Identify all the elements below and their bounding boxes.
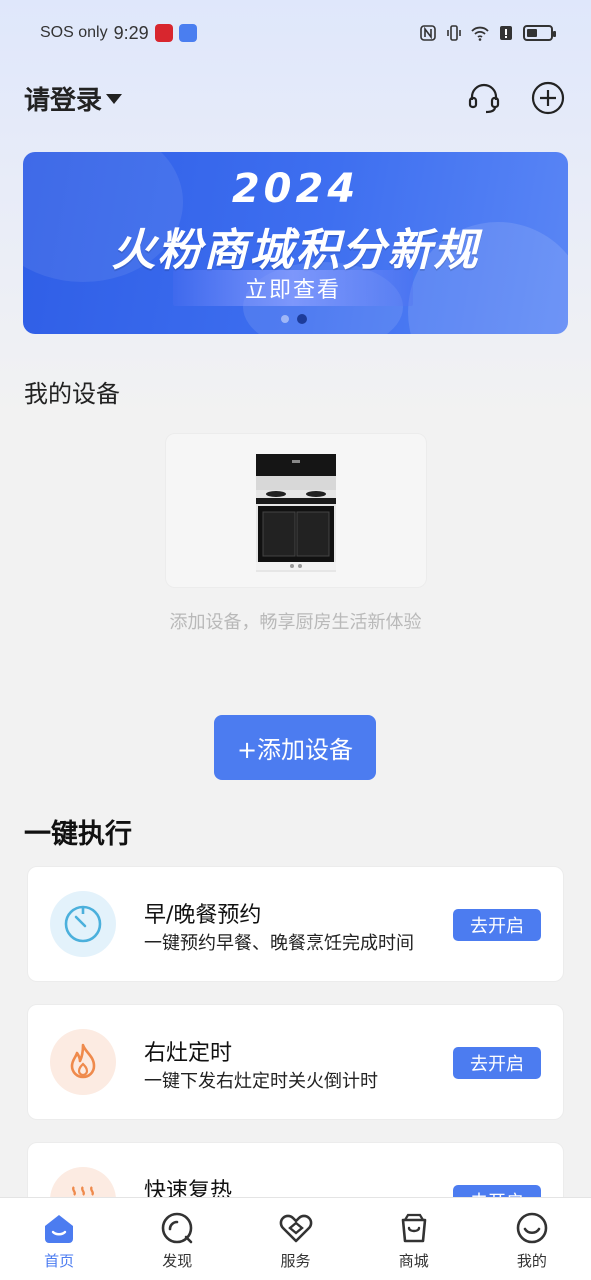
headset-icon: [468, 83, 500, 114]
device-placeholder-card: [165, 433, 427, 588]
task-card-meal-reservation[interactable]: 早/晚餐预约 一键预约早餐、晚餐烹饪完成时间 去开启: [27, 866, 564, 982]
alert-icon: [500, 26, 512, 40]
task-icon-wrap: [50, 1029, 116, 1095]
nav-label: 首页: [44, 1252, 75, 1270]
service-icon: [278, 1210, 314, 1246]
one-key-title: 一键执行: [24, 819, 132, 850]
nav-item-service[interactable]: 服务: [236, 1198, 354, 1280]
notification-app-icon: [178, 24, 197, 42]
task-card-right-burner-timer[interactable]: 右灶定时 一键下发右灶定时关火倒计时 去开启: [27, 1004, 564, 1120]
nav-item-mall[interactable]: 商城: [355, 1198, 473, 1280]
add-device-hint: 添加设备，畅享厨房生活新体验: [169, 612, 422, 633]
status-right: [419, 24, 556, 42]
clock-time: 9:29: [113, 22, 149, 43]
nav-label: 商城: [398, 1252, 429, 1270]
pagination-dot-active[interactable]: [297, 314, 307, 324]
enable-button[interactable]: 去开启: [453, 909, 541, 941]
discover-icon: [159, 1210, 195, 1246]
task-description: 一键下发右灶定时关火倒计时: [144, 1071, 378, 1092]
login-label: 请登录: [24, 85, 103, 116]
status-bar: SOS only 9:29: [0, 0, 591, 66]
wifi-icon: [471, 26, 489, 41]
login-dropdown[interactable]: 请登录: [24, 80, 123, 117]
vibrate-icon: [447, 25, 461, 41]
nav-label: 我的: [516, 1252, 547, 1270]
task-icon-wrap: [50, 891, 116, 957]
banner-title: 火粉商城积分新规: [111, 225, 480, 276]
bag-icon: [396, 1210, 432, 1246]
smile-icon: [514, 1210, 550, 1246]
promo-banner[interactable]: 2024 火粉商城积分新规 立即查看: [23, 152, 568, 334]
enable-button[interactable]: 去开启: [453, 1047, 541, 1079]
pagination-dot[interactable]: [281, 315, 289, 323]
nav-label: 服务: [280, 1252, 311, 1270]
header-actions: [465, 79, 567, 117]
flame-icon: [70, 1043, 96, 1079]
nav-label: 发现: [162, 1252, 193, 1270]
add-button[interactable]: [529, 79, 567, 117]
bottom-nav: 首页 发现 服务 商城 我的: [0, 1197, 591, 1280]
nav-item-home[interactable]: 首页: [0, 1198, 118, 1280]
my-devices-title: 我的设备: [24, 380, 120, 408]
notification-app-icon: [154, 24, 173, 42]
timer-icon: [64, 905, 102, 943]
carrier-text: SOS only: [40, 24, 108, 41]
nav-item-discover[interactable]: 发现: [118, 1198, 236, 1280]
task-title: 右灶定时: [144, 1041, 233, 1066]
nfc-icon: [420, 25, 436, 41]
banner-cta[interactable]: 立即查看: [173, 270, 413, 306]
customer-service-button[interactable]: [465, 79, 503, 117]
header: 请登录: [24, 74, 567, 122]
home-icon: [41, 1210, 77, 1246]
caret-down-icon: [106, 94, 123, 104]
banner-pagination: [281, 314, 307, 324]
add-device-button[interactable]: +添加设备: [214, 715, 376, 780]
task-title: 早/晚餐预约: [144, 903, 262, 928]
banner-year: 2024: [231, 166, 360, 212]
status-left: SOS only 9:29: [40, 23, 197, 44]
battery-icon: [523, 25, 556, 41]
stove-appliance-image: [256, 454, 336, 572]
task-description: 一键预约早餐、晚餐烹饪完成时间: [144, 933, 414, 954]
plus-circle-icon: [531, 81, 565, 115]
nav-item-mine[interactable]: 我的: [473, 1198, 591, 1280]
